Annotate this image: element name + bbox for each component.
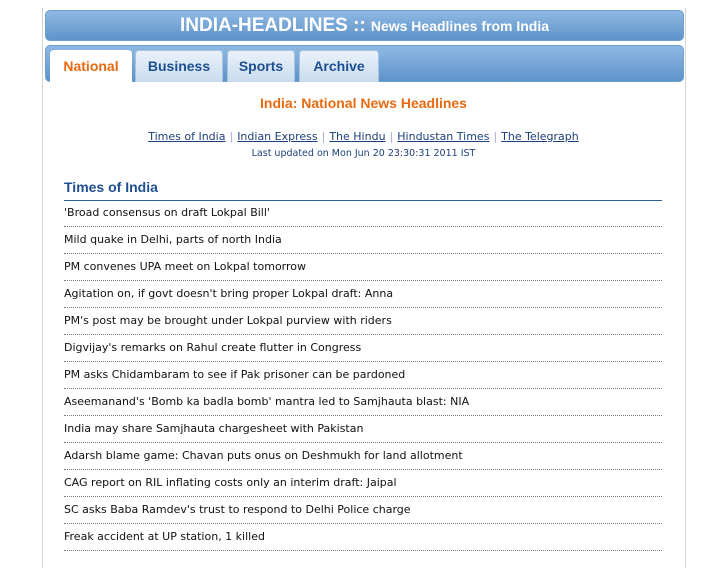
headline-item[interactable]: PM asks Chidambaram to see if Pak prison… [64,362,662,389]
source-link-the-telegraph[interactable]: The Telegraph [501,130,579,143]
separator: | [389,130,394,143]
source-link-hindustan-times[interactable]: Hindustan Times [397,130,489,143]
headline-list: 'Broad consensus on draft Lokpal Bill' M… [64,200,662,551]
separator: | [321,130,326,143]
tab-business[interactable]: Business [135,50,223,82]
source-link-indian-express[interactable]: Indian Express [237,130,317,143]
headline-item[interactable]: 'Broad consensus on draft Lokpal Bill' [64,200,662,227]
headline-item[interactable]: Aseemanand's 'Bomb ka badla bomb' mantra… [64,389,662,416]
headline-item[interactable]: Adarsh blame game: Chavan puts onus on D… [64,443,662,470]
separator: | [493,130,498,143]
headline-item[interactable]: CAG report on RIL inflating costs only a… [64,470,662,497]
separator: | [229,130,234,143]
section-title: Times of India [64,179,662,201]
headline-item[interactable]: Freak accident at UP station, 1 killed [64,524,662,551]
source-link-times-of-india[interactable]: Times of India [148,130,225,143]
headline-item[interactable]: PM convenes UPA meet on Lokpal tomorrow [64,254,662,281]
page-title: India: National News Headlines [260,95,467,111]
tab-national[interactable]: National [50,50,132,83]
source-link-the-hindu[interactable]: The Hindu [329,130,385,143]
source-links: Times of India | Indian Express | The Hindu |… [45,130,682,143]
headline-item[interactable]: India may share Samjhauta chargesheet wi… [64,416,662,443]
tab-archive[interactable]: Archive [299,50,379,82]
site-header: INDIA-HEADLINES :: News Headlines from I… [45,10,684,41]
tab-sports[interactable]: Sports [227,50,295,82]
tab-bar: National Business Sports Archive [45,45,684,83]
site-subtitle: News Headlines from India [370,18,550,34]
headline-item[interactable]: Agitation on, if govt doesn't bring prop… [64,281,662,308]
headline-item[interactable]: SC asks Baba Ramdev's trust to respond t… [64,497,662,524]
site-brand[interactable]: INDIA-HEADLINES :: [180,15,366,36]
headline-item[interactable]: PM's post may be brought under Lokpal pu… [64,308,662,335]
last-updated: Last updated on Mon Jun 20 23:30:31 2011… [251,148,476,159]
headline-item[interactable]: Digvijay's remarks on Rahul create flutt… [64,335,662,362]
headline-item[interactable]: Mild quake in Delhi, parts of north Indi… [64,227,662,254]
